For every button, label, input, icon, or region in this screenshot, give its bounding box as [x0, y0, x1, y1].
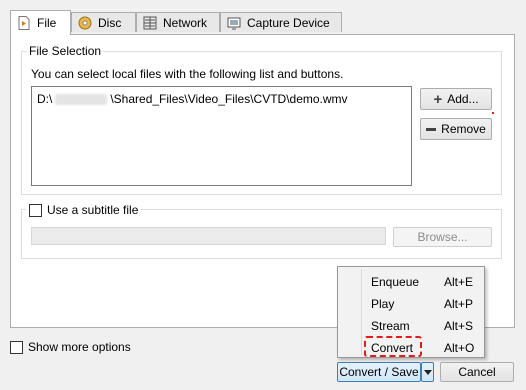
- convert-highlight-box: [364, 336, 422, 357]
- menu-item-stream[interactable]: Stream Alt+S: [338, 315, 484, 337]
- file-list[interactable]: D:\ \Shared_Files\Video_Files\CVTD\demo.…: [31, 86, 412, 186]
- browse-button-label: Browse...: [417, 230, 468, 244]
- menu-item-label: Stream: [371, 319, 410, 333]
- menu-item-shortcut: Alt+S: [444, 319, 474, 333]
- redacted-path-segment: [55, 93, 108, 105]
- red-marker-dot: [492, 112, 494, 114]
- convert-save-menu: Enqueue Alt+E Play Alt+P Stream Alt+S Co…: [337, 266, 485, 358]
- cancel-button-label: Cancel: [458, 365, 496, 379]
- minus-icon: [426, 127, 437, 131]
- tab-disc[interactable]: Disc: [71, 12, 136, 32]
- file-entry-path: \Shared_Files\Video_Files\CVTD\demo.wmv: [110, 92, 348, 106]
- file-entry-drive: D:\: [37, 92, 53, 106]
- convert-save-label: Convert / Save: [339, 365, 419, 379]
- subtitle-checkbox-row[interactable]: Use a subtitle file: [26, 203, 142, 217]
- convert-save-button[interactable]: Convert / Save: [337, 362, 421, 382]
- tab-capture-device-label: Capture Device: [247, 15, 330, 30]
- tab-file-label: File: [37, 16, 57, 30]
- cancel-button[interactable]: Cancel: [440, 362, 514, 382]
- file-selection-instructions: You can select local files with the foll…: [31, 67, 344, 81]
- show-more-options-checkbox[interactable]: [10, 340, 23, 354]
- remove-button-label: Remove: [441, 122, 486, 136]
- show-more-options-row[interactable]: Show more options: [10, 340, 131, 354]
- add-button[interactable]: + Add...: [420, 88, 492, 110]
- menu-item-label: Enqueue: [371, 275, 420, 289]
- add-button-label: Add...: [447, 92, 479, 106]
- menu-item-shortcut: Alt+O: [444, 341, 475, 355]
- file-selection-title: File Selection: [27, 44, 104, 58]
- menu-item-shortcut: Alt+E: [444, 275, 474, 289]
- plus-icon: +: [433, 90, 443, 108]
- file-play-icon: [17, 16, 31, 30]
- disc-icon: [78, 16, 92, 30]
- subtitle-path-input[interactable]: [31, 227, 386, 245]
- dropdown-arrow-icon: [423, 369, 432, 375]
- menu-item-label: Play: [371, 297, 395, 311]
- tab-network[interactable]: Network: [136, 12, 220, 32]
- tab-file[interactable]: File: [10, 10, 71, 35]
- tab-network-label: Network: [163, 15, 208, 30]
- tab-disc-label: Disc: [98, 15, 122, 30]
- subtitle-checkbox-label: Use a subtitle file: [47, 203, 139, 217]
- subtitle-checkbox[interactable]: [29, 203, 42, 217]
- network-icon: [143, 16, 157, 30]
- menu-item-enqueue[interactable]: Enqueue Alt+E: [338, 271, 484, 293]
- convert-save-dropdown[interactable]: [421, 362, 434, 382]
- remove-button[interactable]: Remove: [420, 118, 492, 140]
- capture-device-icon: [227, 16, 241, 30]
- browse-button[interactable]: Browse...: [393, 227, 492, 247]
- tab-capture-device[interactable]: Capture Device: [220, 12, 342, 32]
- menu-item-shortcut: Alt+P: [444, 297, 474, 311]
- file-list-item[interactable]: D:\ \Shared_Files\Video_Files\CVTD\demo.…: [37, 92, 348, 106]
- show-more-options-label: Show more options: [28, 340, 131, 354]
- menu-item-play[interactable]: Play Alt+P: [338, 293, 484, 315]
